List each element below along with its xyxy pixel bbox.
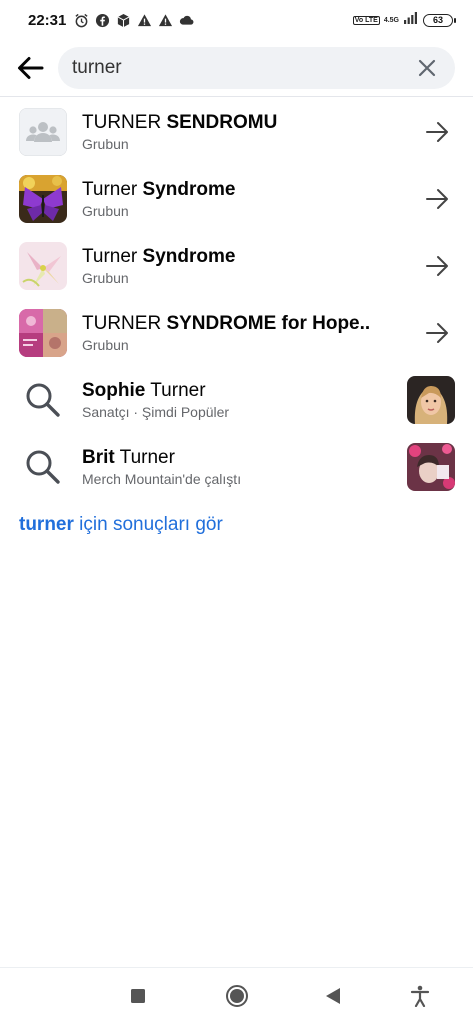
arrow-left-icon [18, 57, 44, 79]
result-subtitle: Grubun [82, 336, 129, 353]
home-button[interactable] [223, 982, 251, 1010]
result-subtitle: Grubun [82, 135, 129, 152]
result-title: Brit Turner [82, 446, 175, 468]
warning-icon [137, 13, 152, 28]
network-type: 4.5G [383, 16, 399, 24]
result-person-brit-turner[interactable]: Brit Turner Merch Mountain'de çalıştı [0, 433, 473, 500]
volte-indicator: Vo LTE [352, 15, 380, 25]
butterfly-thumbnail [19, 174, 67, 223]
lily-thumbnail [19, 241, 67, 290]
result-person-sophie-turner[interactable]: Sophie Turner Sanatçı · Şimdi Popüler [0, 366, 473, 433]
profile-avatar [407, 375, 455, 424]
facebook-icon [95, 13, 110, 28]
clear-search-button[interactable] [413, 54, 441, 82]
back-nav-button[interactable] [319, 982, 347, 1010]
result-group-turner-syndrome-2[interactable]: Turner Syndrome Grubun [0, 232, 473, 299]
status-time: 22:31 [28, 11, 67, 29]
triangle-back-icon [326, 988, 340, 1004]
result-group-turner-syndrome-for-hope[interactable]: TURNER SYNDROME for Hope.. Grubun [0, 299, 473, 366]
accessibility-button[interactable] [406, 982, 434, 1010]
result-title: TURNER SENDROMU [82, 111, 278, 133]
see-all-results-link[interactable]: turner için sonuçları gör [19, 514, 223, 536]
arrow-right-icon [421, 115, 455, 149]
box-icon [116, 13, 131, 28]
battery-indicator: 63 [423, 13, 456, 27]
profile-avatar [407, 442, 455, 491]
status-system-icons: Vo LTE 4.5G 63 [352, 11, 456, 29]
result-subtitle: Grubun [82, 202, 129, 219]
result-title: TURNER SYNDROME for Hope.. [82, 312, 371, 334]
back-button[interactable] [14, 52, 46, 84]
result-subtitle: Grubun [82, 269, 129, 286]
close-icon [418, 59, 436, 77]
circle-icon [226, 985, 248, 1007]
cloud-icon [179, 13, 194, 28]
status-notification-icons [74, 13, 194, 28]
recent-apps-button[interactable] [124, 982, 152, 1010]
result-title: Turner Syndrome [82, 178, 236, 200]
group-placeholder-thumbnail [19, 107, 67, 156]
status-bar: 22:31 Vo LTE 4.5G 63 [0, 0, 473, 40]
search-results-list: TURNER SENDROMU Grubun Turner Syndrome G… [0, 98, 473, 500]
navigation-bar [0, 967, 473, 1024]
result-subtitle: Merch Mountain'de çalıştı [82, 470, 242, 487]
alarm-icon [74, 13, 89, 28]
search-header [0, 40, 473, 97]
arrow-right-icon [421, 316, 455, 350]
search-icon [19, 443, 67, 491]
signal-icon [403, 11, 419, 29]
accessibility-icon [410, 985, 430, 1007]
result-title: Turner Syndrome [82, 245, 236, 267]
search-icon [19, 376, 67, 424]
arrow-right-icon [421, 182, 455, 216]
result-group-turner-sendromu[interactable]: TURNER SENDROMU Grubun [0, 98, 473, 165]
search-bar [58, 47, 455, 89]
square-icon [131, 989, 145, 1003]
search-input[interactable] [72, 57, 413, 79]
arrow-right-icon [421, 249, 455, 283]
warning-icon [158, 13, 173, 28]
result-subtitle: Sanatçı · Şimdi Popüler [82, 403, 230, 420]
collage-thumbnail [19, 308, 67, 357]
result-group-turner-syndrome-1[interactable]: Turner Syndrome Grubun [0, 165, 473, 232]
result-title: Sophie Turner [82, 379, 206, 401]
